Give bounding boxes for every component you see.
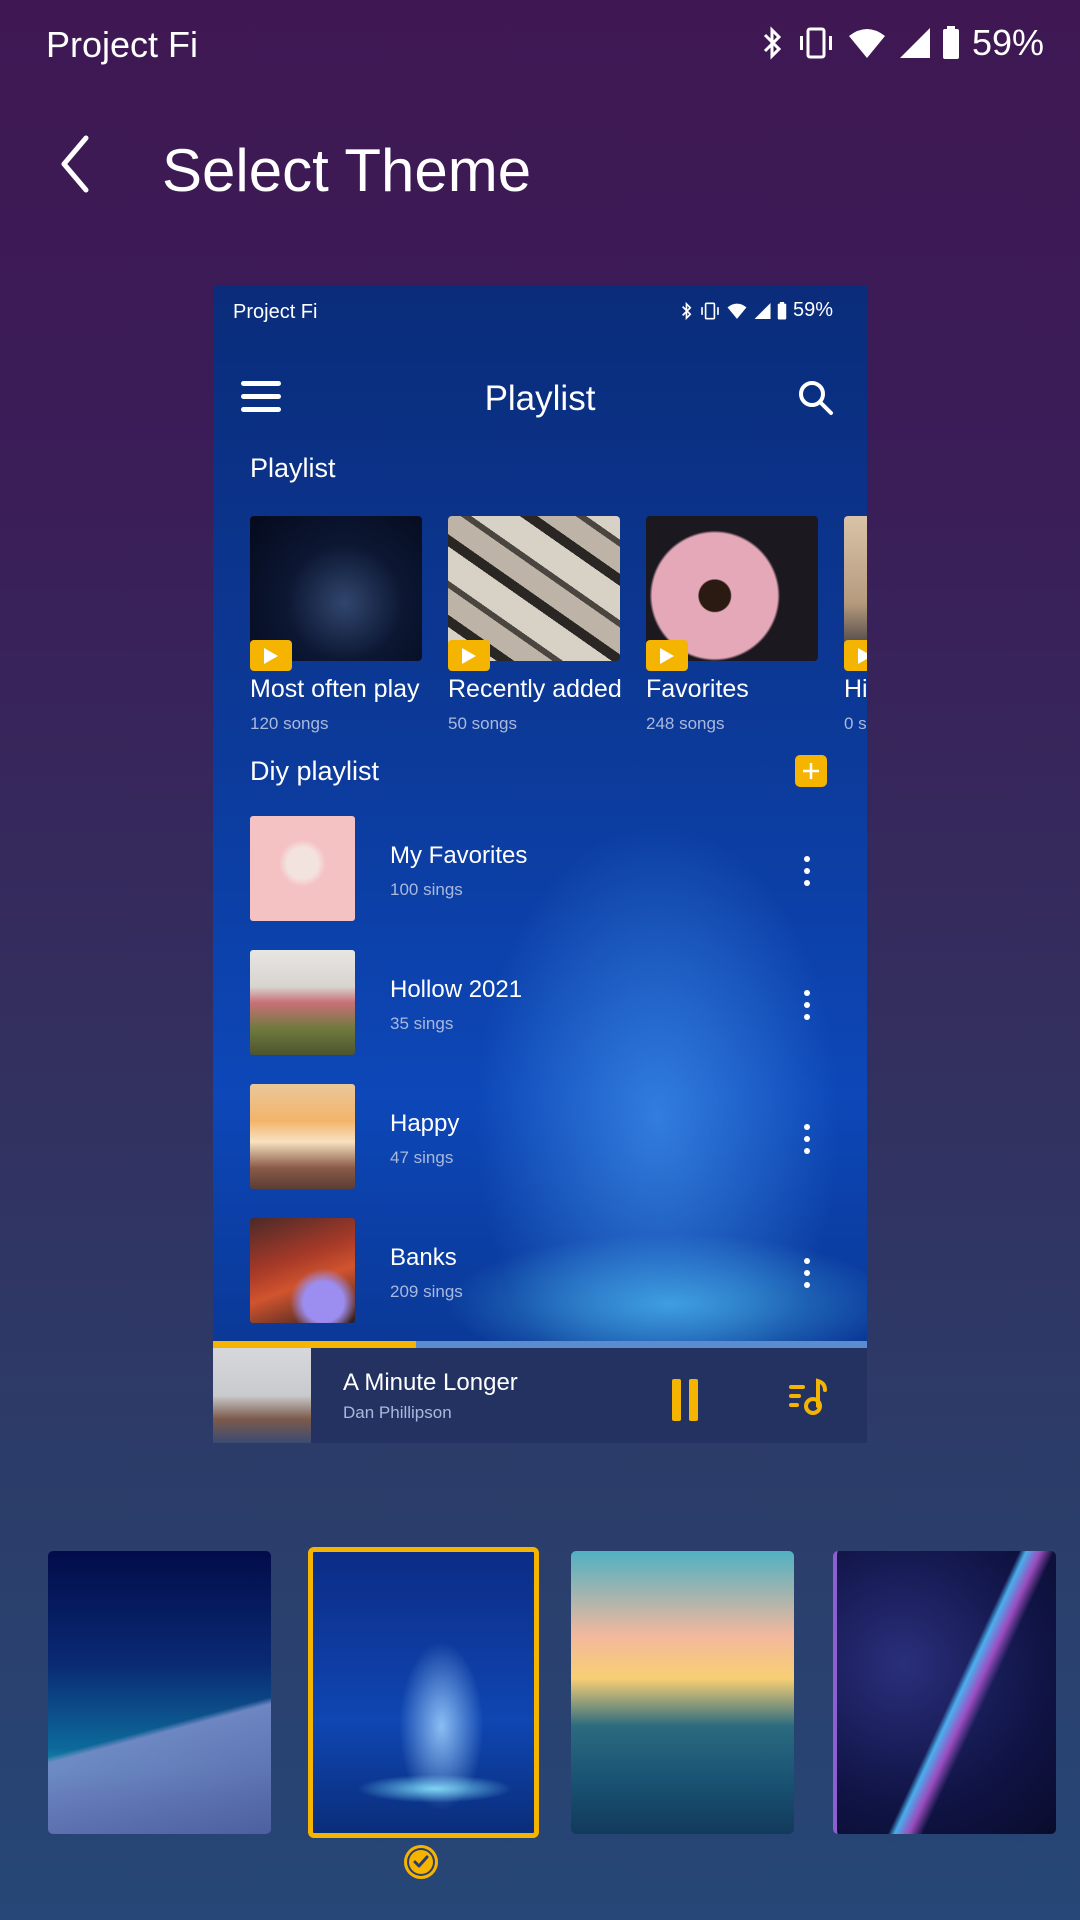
signal-icon bbox=[899, 28, 930, 58]
theme-option[interactable] bbox=[571, 1551, 794, 1834]
battery-percent: 59% bbox=[971, 22, 1044, 63]
playlist-card[interactable]: Most often play 120 songs bbox=[250, 516, 422, 734]
selected-check-icon bbox=[404, 1845, 438, 1879]
chevron-left-icon bbox=[61, 135, 89, 193]
music-queue-icon[interactable] bbox=[787, 1375, 831, 1419]
playlist-card-art bbox=[646, 516, 818, 671]
list-item-thumbnail bbox=[250, 1084, 355, 1189]
theme-picker bbox=[0, 1547, 1080, 1838]
diy-section-label: Diy playlist bbox=[250, 756, 380, 786]
back-button[interactable] bbox=[52, 134, 102, 194]
playlist-card-count: 120 songs bbox=[250, 714, 329, 733]
theme-preview: Project Fi 59% Playlist Playlist Most of… bbox=[213, 285, 867, 1443]
playlist-card[interactable]: Hi 0 s bbox=[844, 516, 867, 734]
list-item-count: 100 sings bbox=[390, 880, 463, 899]
vibrate-icon bbox=[701, 301, 719, 320]
more-options-icon[interactable] bbox=[797, 856, 817, 892]
playlist-card-name: Most often play bbox=[250, 675, 420, 703]
list-item-thumbnail bbox=[250, 816, 355, 921]
list-item-name: My Favorites bbox=[390, 842, 528, 869]
more-options-icon[interactable] bbox=[797, 1258, 817, 1294]
now-playing-artist: Dan Phillipson bbox=[343, 1403, 452, 1422]
list-item-thumbnail bbox=[250, 950, 355, 1055]
list-item-count: 35 sings bbox=[390, 1014, 454, 1033]
status-bar: Project Fi 59% bbox=[0, 0, 1080, 90]
list-item[interactable]: Hollow 2021 35 sings bbox=[250, 950, 867, 1084]
add-playlist-button[interactable] bbox=[795, 755, 827, 787]
list-item[interactable]: Banks 209 sings bbox=[250, 1218, 867, 1352]
theme-option[interactable] bbox=[48, 1551, 271, 1834]
playlist-card[interactable]: Recently added 50 songs bbox=[448, 516, 622, 734]
page-title: Select Theme bbox=[162, 137, 532, 204]
playlist-card-count: 50 songs bbox=[448, 714, 517, 733]
playlist-card[interactable]: Favorites 248 songs bbox=[646, 516, 818, 734]
theme-option-selected[interactable] bbox=[308, 1547, 539, 1838]
list-item-name: Happy bbox=[390, 1110, 460, 1137]
diy-playlist-list: My Favorites 100 sings Hollow 2021 35 si… bbox=[250, 816, 867, 1352]
pause-icon[interactable] bbox=[672, 1379, 698, 1421]
preview-status-bar: Project Fi 59% bbox=[233, 299, 833, 329]
more-options-icon[interactable] bbox=[797, 990, 817, 1026]
list-item-count: 47 sings bbox=[390, 1148, 454, 1167]
vibrate-icon bbox=[799, 27, 832, 59]
wifi-icon bbox=[727, 303, 747, 319]
playlist-card-name: Favorites bbox=[646, 675, 749, 703]
now-playing-title: A Minute Longer bbox=[343, 1369, 518, 1396]
list-item-thumbnail bbox=[250, 1218, 355, 1323]
list-item[interactable]: Happy 47 sings bbox=[250, 1084, 867, 1218]
playlist-card-count: 248 songs bbox=[646, 714, 725, 733]
battery-icon bbox=[942, 26, 959, 59]
playlist-card-name: Hi bbox=[844, 675, 867, 703]
list-item[interactable]: My Favorites 100 sings bbox=[250, 816, 867, 950]
playlist-cards: Most often play 120 songs Recently added… bbox=[250, 516, 867, 734]
carrier-label: Project Fi bbox=[46, 24, 199, 65]
playlist-card-count: 0 s bbox=[844, 714, 867, 733]
preview-battery-percent: 59% bbox=[792, 299, 833, 321]
preview-title: Playlist bbox=[484, 379, 596, 418]
battery-icon bbox=[777, 301, 787, 319]
playback-progress[interactable] bbox=[213, 1341, 867, 1348]
bluetooth-icon bbox=[763, 26, 782, 60]
wifi-icon bbox=[848, 29, 885, 58]
playlist-card-art bbox=[250, 516, 422, 671]
plus-icon bbox=[803, 763, 819, 779]
playback-progress-fill bbox=[213, 1341, 416, 1348]
play-icon[interactable] bbox=[448, 640, 490, 671]
app-bar: Select Theme bbox=[0, 120, 1080, 210]
list-item-name: Banks bbox=[390, 1244, 457, 1271]
play-icon[interactable] bbox=[250, 640, 292, 671]
status-icons: 59% bbox=[762, 22, 1044, 64]
preview-status-icons: 59% bbox=[681, 299, 833, 322]
search-icon[interactable] bbox=[797, 379, 835, 417]
playlist-card-name: Recently added bbox=[448, 675, 622, 703]
preview-carrier-label: Project Fi bbox=[233, 301, 318, 323]
theme-option[interactable] bbox=[833, 1551, 1056, 1834]
list-item-name: Hollow 2021 bbox=[390, 976, 523, 1003]
preview-toolbar: Playlist bbox=[213, 363, 867, 433]
play-icon[interactable] bbox=[844, 640, 867, 671]
playlist-card-art bbox=[448, 516, 620, 671]
playlist-card-art bbox=[844, 516, 867, 671]
list-item-count: 209 sings bbox=[390, 1282, 463, 1301]
now-playing-artwork bbox=[213, 1348, 311, 1443]
signal-icon bbox=[754, 302, 771, 319]
playlist-section-label: Playlist bbox=[250, 453, 336, 483]
now-playing-bar[interactable]: A Minute Longer Dan Phillipson bbox=[213, 1341, 867, 1443]
more-options-icon[interactable] bbox=[797, 1124, 817, 1160]
play-icon[interactable] bbox=[646, 640, 688, 671]
bluetooth-icon bbox=[682, 301, 692, 320]
